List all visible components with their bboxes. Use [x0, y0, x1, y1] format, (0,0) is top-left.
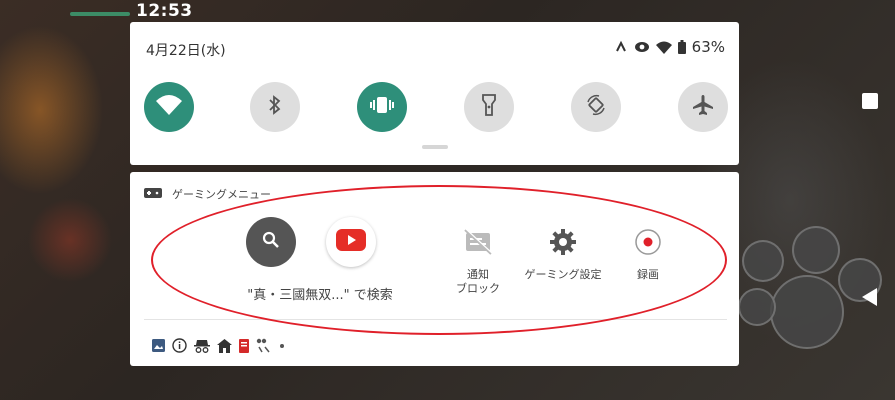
- notification-block-icon: [463, 224, 493, 260]
- record-button[interactable]: 録画: [618, 224, 678, 282]
- health-bar: [70, 12, 130, 16]
- game-skill-button[interactable]: [742, 240, 784, 282]
- tile-vibrate[interactable]: [357, 82, 407, 132]
- search-button[interactable]: [246, 217, 296, 267]
- game-skill-button[interactable]: [738, 288, 776, 326]
- gaming-menu-header: ゲーミングメニュー: [144, 186, 271, 202]
- gear-icon: [549, 224, 577, 260]
- gaming-settings-button[interactable]: ゲーミング設定: [518, 224, 608, 282]
- gamepad-icon: [144, 187, 162, 201]
- bluetooth-icon: [268, 95, 282, 119]
- quick-settings-panel: 4月22日(水) 63%: [130, 22, 739, 165]
- tile-bluetooth[interactable]: [250, 82, 300, 132]
- wifi-icon: [156, 95, 182, 119]
- back-button[interactable]: [862, 288, 877, 306]
- airplane-icon: [692, 94, 714, 120]
- nfc-icon: [614, 40, 628, 54]
- incognito-icon: [194, 339, 210, 353]
- gaming-settings-label: ゲーミング設定: [524, 268, 602, 281]
- tile-flashlight[interactable]: [464, 82, 514, 132]
- date-label: 4月22日(水): [146, 43, 226, 59]
- battery-percent: 63%: [691, 38, 725, 56]
- search-icon: [262, 231, 280, 253]
- battery-icon: [677, 40, 686, 54]
- youtube-button[interactable]: [326, 217, 376, 267]
- vibrate-icon: [369, 95, 395, 119]
- app-notification-icon: [239, 338, 249, 353]
- game-attack-button[interactable]: [770, 275, 844, 349]
- notification-block-label: 通知 ブロック: [456, 268, 500, 295]
- youtube-icon: [336, 229, 366, 255]
- tile-auto-rotate[interactable]: [571, 82, 621, 132]
- status-icons: 63%: [614, 38, 725, 56]
- wifi-signal-icon: [655, 41, 672, 54]
- record-label: 録画: [637, 268, 659, 281]
- tile-wifi[interactable]: [144, 82, 194, 132]
- search-label[interactable]: "真・三國無双..." で検索: [230, 284, 410, 303]
- quick-settings-tiles: [144, 82, 728, 132]
- status-time: 12:53: [136, 1, 193, 21]
- recents-button[interactable]: [862, 93, 878, 109]
- game-skill-button[interactable]: [792, 226, 840, 274]
- more-notifications-icon: [279, 343, 285, 349]
- gaming-menu-panel: ゲーミングメニュー "真・三國無双..." で検索 通知 ブロック ゲーミング設…: [130, 172, 739, 366]
- info-icon: [172, 338, 187, 353]
- notification-block-button[interactable]: 通知 ブロック: [448, 224, 508, 296]
- image-icon: [152, 339, 165, 352]
- vpn-icon: [256, 338, 272, 353]
- home-icon: [217, 338, 232, 353]
- record-icon: [634, 224, 662, 260]
- expand-handle[interactable]: [422, 145, 448, 149]
- rotate-icon: [585, 94, 607, 120]
- tile-airplane-mode[interactable]: [678, 82, 728, 132]
- flashlight-icon: [482, 94, 496, 120]
- gaming-menu-title: ゲーミングメニュー: [172, 188, 271, 201]
- eye-icon: [634, 41, 650, 53]
- notification-icons: [152, 338, 285, 353]
- divider: [144, 319, 727, 320]
